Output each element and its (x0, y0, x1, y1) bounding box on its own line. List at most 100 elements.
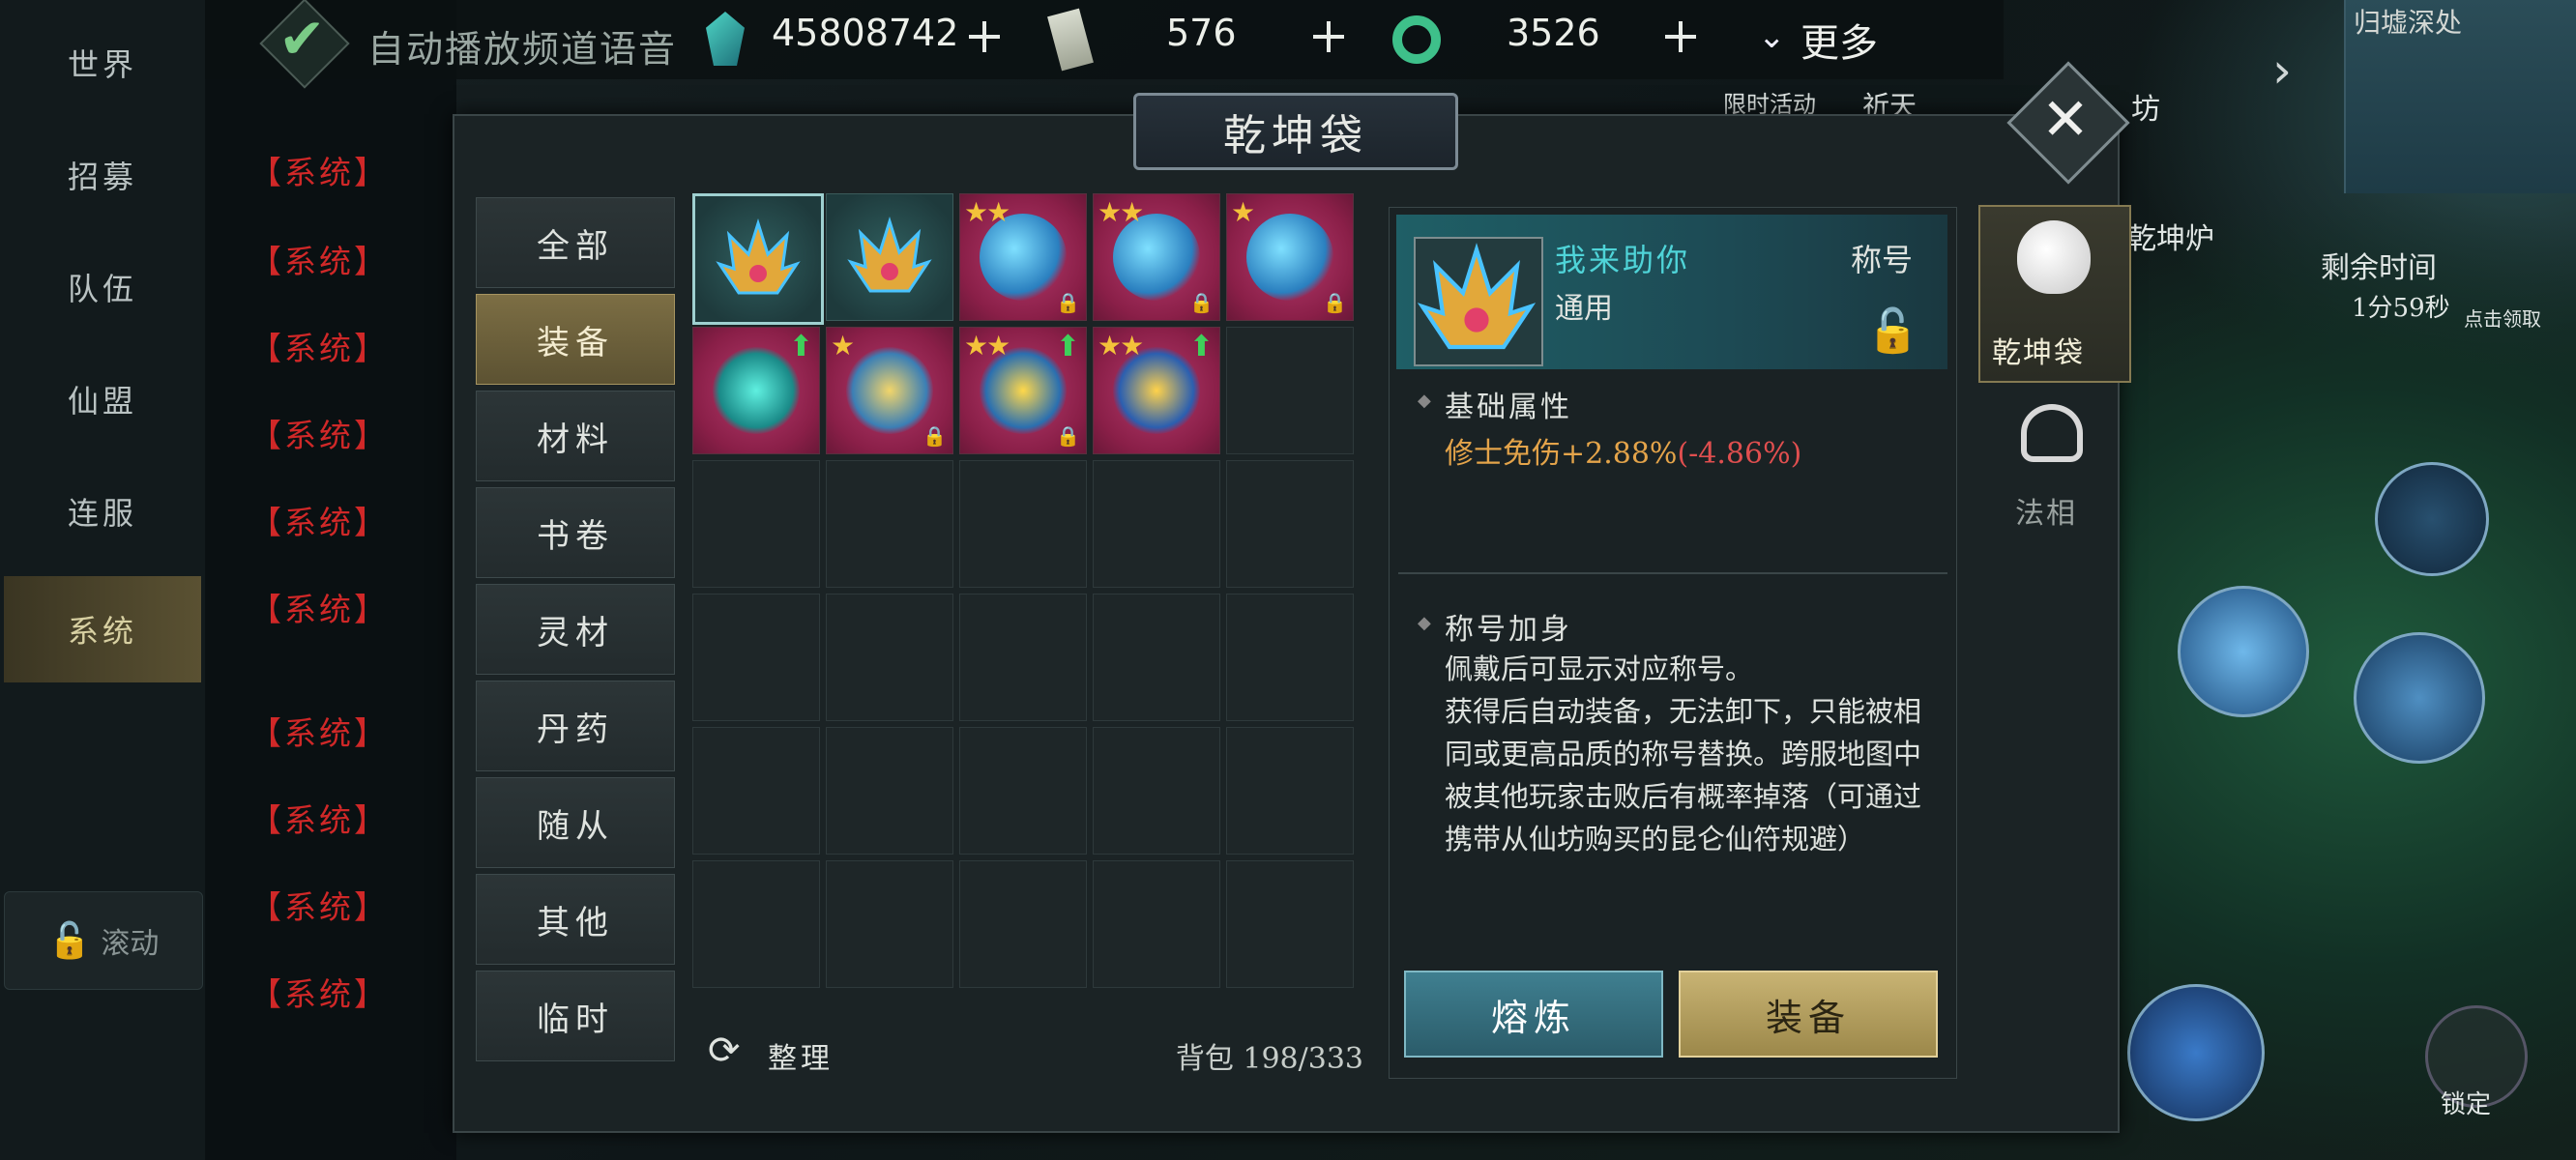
green-ring-icon (1392, 15, 1441, 64)
lock-icon: 🔒 (1189, 291, 1214, 314)
category-tab-scrolls[interactable]: 书卷 (476, 487, 675, 578)
inventory-slot[interactable] (826, 594, 953, 721)
add-ring-button[interactable] (1661, 17, 1700, 56)
resource-ring-value: 3526 (1507, 12, 1600, 54)
pouch-icon (2017, 220, 2091, 294)
refresh-icon: ⟳ (708, 1029, 741, 1073)
skill-button-3[interactable] (2375, 462, 2489, 576)
inventory-item-title-crown[interactable] (692, 193, 824, 325)
category-tab-spirit-materials[interactable]: 灵材 (476, 584, 675, 675)
inventory-slot[interactable] (826, 460, 953, 588)
chat-tab-crossserver[interactable]: 连服 (0, 458, 205, 565)
scroll-toggle-button[interactable]: 🔓 滚动 (4, 891, 203, 990)
inventory-slot[interactable] (959, 860, 1087, 988)
lock-target-label: 锁定 (2441, 1090, 2492, 1119)
inventory-slot[interactable] (1093, 594, 1220, 721)
smelt-button[interactable]: 熔炼 (1404, 971, 1663, 1058)
sort-button[interactable]: ⟳ 整理 (708, 1029, 950, 1077)
item-category: 称号 (1851, 242, 1914, 278)
inventory-slot[interactable] (826, 727, 953, 855)
stat-value: 修士免伤+2.88% (1445, 437, 1678, 471)
inventory-slot[interactable] (959, 727, 1087, 855)
chat-line: 【系统】 (249, 504, 389, 541)
star-rating-icon: ★★ (964, 196, 1010, 228)
expand-arrow-icon[interactable]: › (2272, 43, 2292, 99)
section-divider (1398, 572, 1947, 574)
star-rating-icon: ★★ (1098, 330, 1144, 362)
lock-icon: 🔒 (1323, 291, 1347, 314)
shell-icon (846, 347, 933, 434)
star-rating-icon: ★ (1231, 196, 1255, 228)
mask-icon (713, 347, 800, 434)
inventory-slot[interactable] (959, 460, 1087, 588)
inventory-slot[interactable] (1093, 860, 1220, 988)
inventory-item-orb[interactable]: ★★ 🔒 (959, 193, 1087, 321)
lock-icon: 🔓 (47, 921, 92, 961)
inventory-slot[interactable] (1093, 727, 1220, 855)
inventory-slot[interactable] (959, 594, 1087, 721)
auto-voice-label: 自动播放频道语音 (367, 28, 678, 71)
chat-tab-system[interactable]: 系统 (4, 576, 201, 682)
inventory-slot[interactable] (692, 727, 820, 855)
category-tab-followers[interactable]: 随从 (476, 777, 675, 868)
resource-jade-value: 45808742 (772, 12, 959, 54)
inventory-item-hook[interactable]: ★ 🔒 (1226, 193, 1354, 321)
unlock-icon[interactable]: 🔓 (1866, 305, 1919, 356)
skill-button-1[interactable] (2178, 586, 2309, 717)
furnace-label[interactable]: 乾坤炉 (2127, 215, 2214, 257)
inventory-slot[interactable] (1093, 460, 1220, 588)
category-tab-temporary[interactable]: 临时 (476, 971, 675, 1061)
skill-button-2[interactable] (2354, 632, 2485, 764)
star-rating-icon: ★ (831, 330, 855, 362)
skill-button-4[interactable] (2127, 984, 2265, 1121)
inventory-slot[interactable] (692, 860, 820, 988)
inventory-slot[interactable] (692, 594, 820, 721)
workshop-label[interactable]: 坊 (2131, 85, 2160, 128)
chat-line: 【系统】 (249, 243, 389, 280)
inventory-item-title-crown[interactable] (826, 193, 953, 321)
location-label: 归墟深处 (2354, 7, 2463, 39)
inventory-item-spirit-mask[interactable]: ⬆ (692, 327, 820, 454)
chat-line: 【系统】 (249, 975, 389, 1013)
inventory-item-book[interactable]: ★★ ⬆ (1093, 327, 1220, 454)
add-ticket-button[interactable] (1309, 17, 1348, 56)
star-rating-icon: ★★ (964, 330, 1010, 362)
inventory-slot[interactable] (1226, 860, 1354, 988)
lock-icon: 🔒 (922, 424, 947, 448)
chat-tab-guild[interactable]: 仙盟 (0, 346, 205, 452)
inventory-item-shell[interactable]: ★ 🔒 (826, 327, 953, 454)
inventory-slot[interactable] (1226, 727, 1354, 855)
chat-line: 【系统】 (249, 591, 389, 628)
stat-delta: (-4.86%) (1677, 437, 1802, 471)
inventory-slot[interactable] (1226, 594, 1354, 721)
item-name: 我来助你 (1555, 242, 1691, 278)
inventory-item-golden-sphere[interactable]: ★★ ⬆ 🔒 (959, 327, 1087, 454)
remaining-time-label: 剩余时间 (2321, 251, 2437, 285)
lock-icon: 🔒 (1056, 291, 1080, 314)
chat-line: 【系统】 (249, 888, 389, 926)
checkmark-icon: ✔ (278, 6, 326, 72)
inventory-slot[interactable] (692, 460, 820, 588)
upgrade-arrow-icon: ⬆ (1188, 330, 1214, 363)
equip-button[interactable]: 装备 (1679, 971, 1938, 1058)
remaining-time-value: 1分59秒 (2352, 294, 2450, 323)
more-button[interactable]: 更多 (1800, 12, 1878, 68)
sort-label: 整理 (768, 1042, 834, 1076)
chat-tab-recruit[interactable]: 招募 (0, 122, 205, 228)
side-tab-dharma-label: 法相 (2015, 497, 2077, 531)
category-tab-materials[interactable]: 材料 (476, 391, 675, 481)
add-jade-button[interactable] (965, 17, 1004, 56)
chat-line: 【系统】 (249, 417, 389, 454)
inventory-slot[interactable] (826, 860, 953, 988)
inventory-slot[interactable] (1226, 460, 1354, 588)
inventory-slot[interactable] (1226, 327, 1354, 454)
chat-tab-world[interactable]: 世界 (0, 10, 205, 116)
diamond-bullet-icon: ◆ (1418, 613, 1431, 633)
category-tab-pills[interactable]: 丹药 (476, 681, 675, 771)
click-hint-label[interactable]: 点击领取 (2464, 304, 2541, 332)
category-tab-equipment[interactable]: 装备 (476, 294, 675, 385)
chat-tab-team[interactable]: 队伍 (0, 234, 205, 340)
category-tab-other[interactable]: 其他 (476, 874, 675, 965)
inventory-item-talisman[interactable]: ★★ 🔒 (1093, 193, 1220, 321)
category-tab-all[interactable]: 全部 (476, 197, 675, 288)
